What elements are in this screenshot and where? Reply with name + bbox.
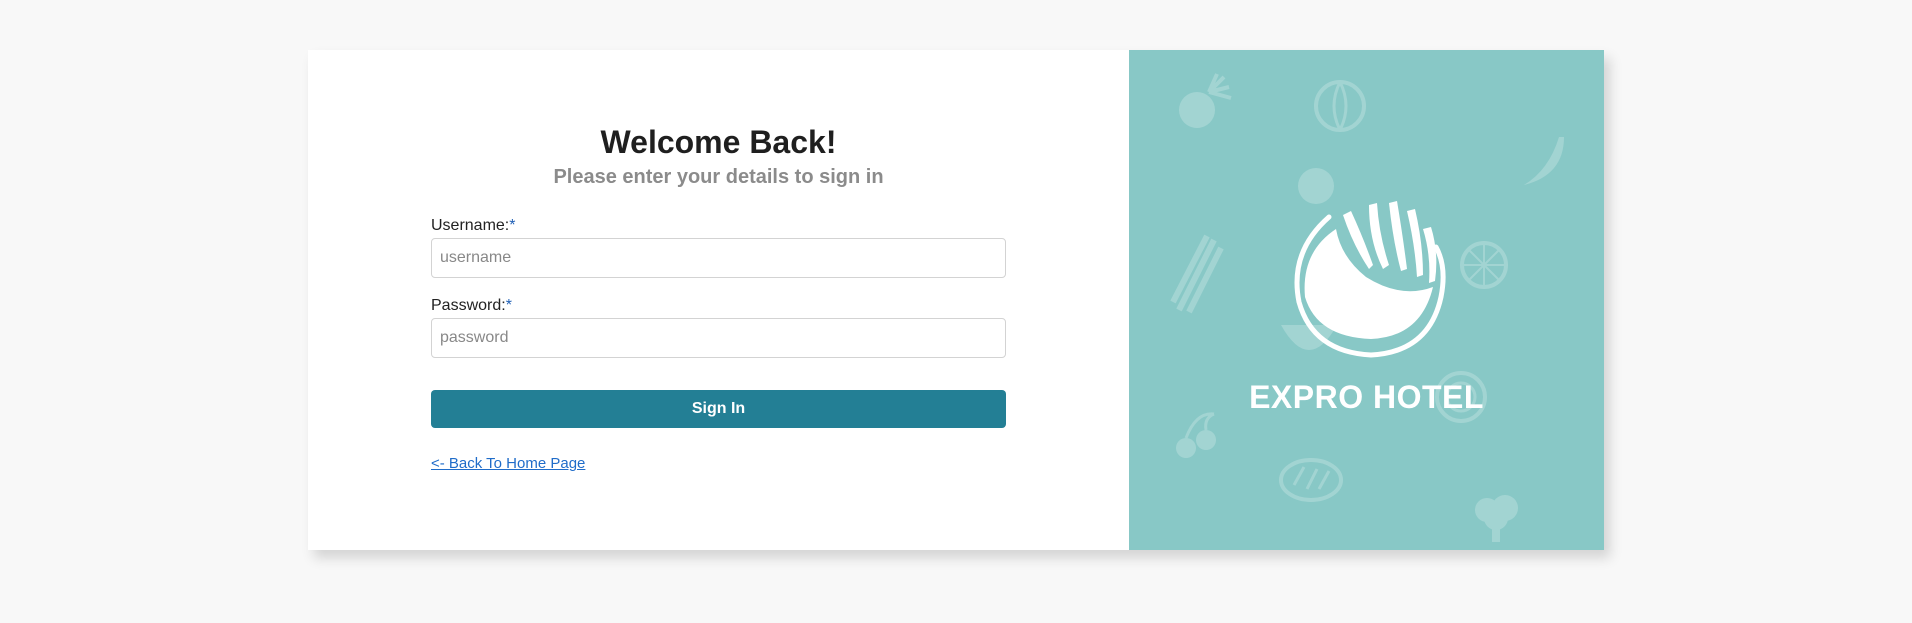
bread-icon <box>1279 458 1343 502</box>
login-panel: Welcome Back! Please enter your details … <box>308 50 1129 550</box>
password-input[interactable] <box>431 318 1006 358</box>
watermelon-icon <box>1314 80 1366 132</box>
login-card: Welcome Back! Please enter your details … <box>308 50 1604 550</box>
brand-panel: EXPRO HOTEL <box>1129 50 1604 550</box>
page-subtitle: Please enter your details to sign in <box>553 166 884 188</box>
username-input[interactable] <box>431 238 1006 278</box>
username-required-marker: * <box>509 217 516 234</box>
username-label: Username:* <box>431 217 515 235</box>
leaf-swirl-logo-icon <box>1294 201 1446 358</box>
cherry-icon <box>1176 412 1216 458</box>
password-label: Password:* <box>431 297 512 315</box>
password-label-text: Password: <box>431 297 506 314</box>
username-label-text: Username: <box>431 217 510 234</box>
banana-icon <box>1524 137 1564 185</box>
pineapple-icon <box>1179 73 1232 128</box>
password-required-marker: * <box>505 297 512 314</box>
sign-in-button[interactable]: Sign In <box>431 390 1006 428</box>
citrus-slice-icon <box>1460 241 1508 289</box>
page-title: Welcome Back! <box>600 124 837 160</box>
broccoli-icon <box>1475 495 1518 542</box>
asparagus-icon <box>1170 234 1224 314</box>
back-to-home-link[interactable]: <- Back To Home Page <box>431 455 585 472</box>
brand-name: EXPRO HOTEL <box>1249 379 1484 415</box>
